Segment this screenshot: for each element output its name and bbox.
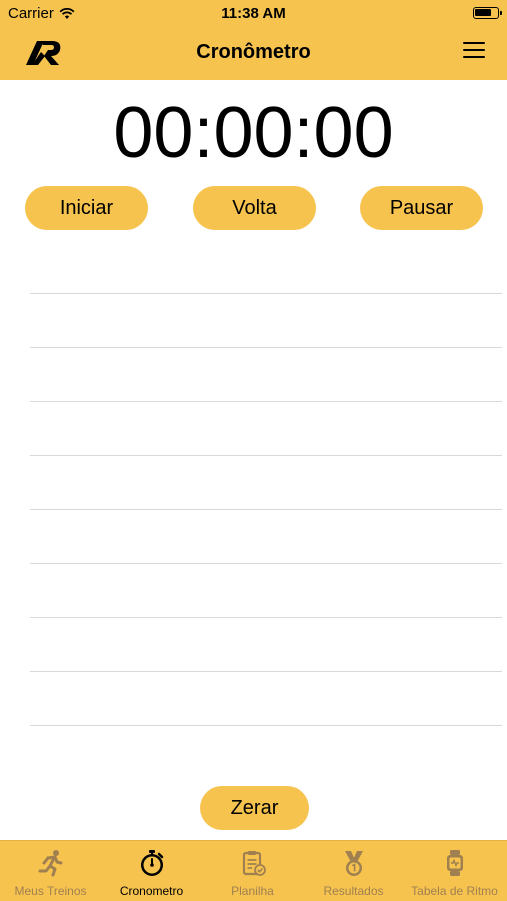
nav-bar: Cronômetro xyxy=(0,28,507,80)
hamburger-menu-icon[interactable] xyxy=(463,42,485,60)
lap-row-divider xyxy=(30,563,502,564)
tab-label: Planilha xyxy=(231,884,274,898)
page-title: Cronômetro xyxy=(196,41,311,63)
lap-row-divider xyxy=(30,671,502,672)
lap-button[interactable]: Volta xyxy=(193,186,316,230)
stopwatch-icon xyxy=(140,850,163,876)
tab-meus-treinos[interactable]: Meus Treinos xyxy=(0,841,101,901)
battery-icon xyxy=(473,7,502,19)
top-bar: Carrier 11:38 AM Cronômetro xyxy=(0,0,507,80)
medal-icon xyxy=(344,851,363,876)
tab-label: Cronometro xyxy=(119,884,184,898)
tab-cronometro[interactable]: Cronometro xyxy=(101,841,202,901)
lap-row-divider xyxy=(30,401,502,402)
lap-row-divider xyxy=(30,455,502,456)
lap-row-divider xyxy=(30,347,502,348)
tab-resultados[interactable]: Resultados xyxy=(303,841,404,901)
clipboard-icon xyxy=(242,851,266,876)
tab-label: Tabela de Ritmo xyxy=(411,884,498,898)
status-time: 11:38 AM xyxy=(221,5,286,22)
tab-planilha[interactable]: Planilha xyxy=(202,841,303,901)
runner-icon xyxy=(38,850,62,877)
lap-row-divider xyxy=(30,509,502,510)
status-bar: Carrier 11:38 AM xyxy=(0,0,507,28)
tab-label: Meus Treinos xyxy=(14,884,87,898)
lap-row-divider xyxy=(30,725,502,726)
reset-button[interactable]: Zerar xyxy=(200,786,309,830)
lap-row-divider xyxy=(30,293,502,294)
smartwatch-icon xyxy=(446,850,463,876)
tab-tabela-de-ritmo[interactable]: Tabela de Ritmo xyxy=(404,841,505,901)
tab-bar: Meus Treinos Cronometro Planilha Resulta… xyxy=(0,840,507,901)
lap-row-divider xyxy=(30,617,502,618)
stopwatch-display: 00:00:00 xyxy=(113,93,394,173)
start-button[interactable]: Iniciar xyxy=(25,186,148,230)
tab-label: Resultados xyxy=(323,884,384,898)
pause-button[interactable]: Pausar xyxy=(360,186,483,230)
